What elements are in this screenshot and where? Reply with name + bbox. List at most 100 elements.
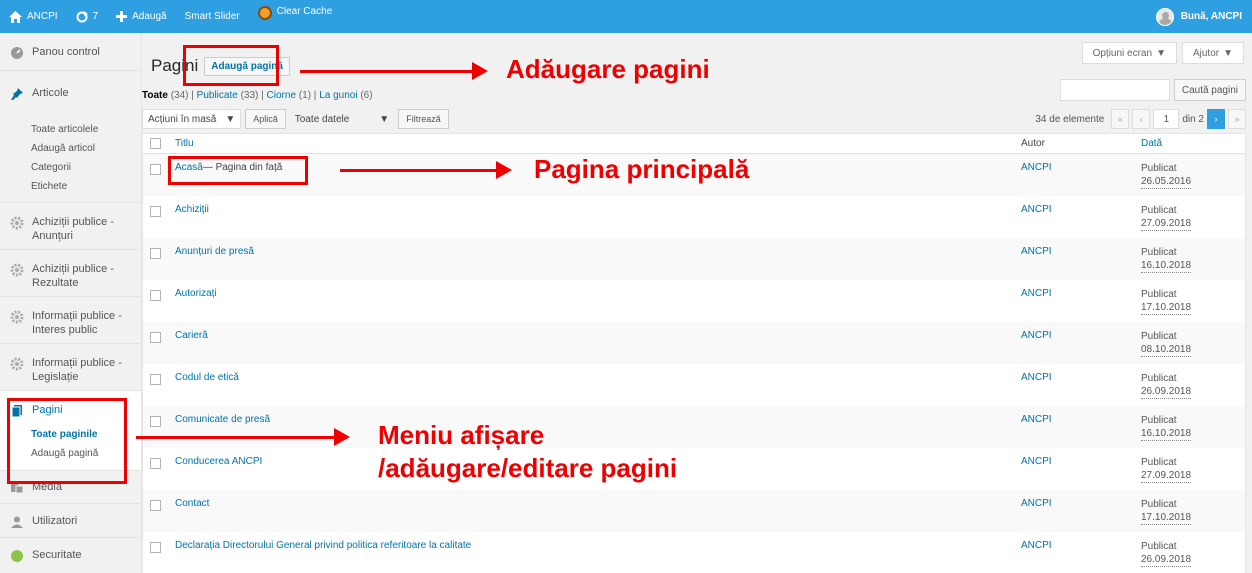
menu-security[interactable]: Securitate <box>0 538 141 568</box>
table-row: Carieră ANCPI Publicat 08.10.2018 <box>143 322 1245 364</box>
row-author-link[interactable]: ANCPI <box>1021 162 1121 173</box>
row-title-link[interactable]: Comunicate de presă <box>175 414 270 425</box>
menu-label: Articole <box>32 87 69 99</box>
help-label: Ajutor <box>1192 47 1220 59</box>
menu-dashboard[interactable]: Panou control <box>0 33 141 71</box>
site-name-link[interactable]: ANCPI <box>0 0 67 33</box>
filter-trash[interactable]: La gunoi <box>319 90 357 101</box>
menu-users[interactable]: Utilizatori <box>0 504 141 538</box>
clear-cache-label: Clear Cache <box>276 6 333 17</box>
menu-label: Achiziții publice - Anunțuri <box>32 216 114 242</box>
screen-options-label: Opțiuni ecran <box>1092 47 1153 59</box>
add-page-button[interactable]: Adaugă pagină <box>204 56 290 76</box>
menu-pages[interactable]: Pagini <box>0 391 141 421</box>
row-title-link[interactable]: Autorizați <box>175 288 217 299</box>
row-checkbox[interactable] <box>150 500 161 511</box>
gear-icon <box>10 310 24 324</box>
row-date-status: Publicat <box>1141 373 1177 384</box>
row-checkbox[interactable] <box>150 374 161 385</box>
menu-media[interactable]: Media <box>0 471 141 504</box>
submenu-tags[interactable]: Etichete <box>31 177 141 196</box>
row-date-value: 26.09.2018 <box>1141 554 1192 567</box>
row-date-value: 26.09.2018 <box>1141 386 1192 399</box>
row-author-link[interactable]: ANCPI <box>1021 456 1121 467</box>
menu-label: Utilizatori <box>32 515 78 527</box>
submenu-all-posts[interactable]: Toate articolele <box>31 120 141 139</box>
row-author-link[interactable]: ANCPI <box>1021 540 1121 551</box>
search-input[interactable] <box>1059 79 1170 101</box>
filter-button[interactable]: Filtrează <box>398 109 449 129</box>
table-row: Conducerea ANCPI ANCPI Publicat 27.09.2018 <box>143 448 1245 490</box>
row-title-link[interactable]: Codul de etică <box>175 372 239 383</box>
row-author-link[interactable]: ANCPI <box>1021 498 1121 509</box>
user-menu[interactable]: Bună, ANCPI <box>1155 7 1252 26</box>
help-button[interactable]: Ajutor ▼ <box>1181 42 1244 64</box>
row-checkbox[interactable] <box>150 248 161 259</box>
menu-achizitii-anunturi[interactable]: Achiziții publice - Anunțuri <box>0 203 141 250</box>
first-page-button[interactable]: « <box>1111 109 1130 129</box>
menu-label: Informații publice - Interes public <box>32 310 122 336</box>
filter-drafts[interactable]: Ciorne <box>267 90 296 101</box>
date-filter-select[interactable]: Toate datele ▼ <box>290 109 394 129</box>
row-title-link[interactable]: Anunțuri de presă <box>175 246 254 257</box>
menu-posts[interactable]: Articole <box>0 71 141 112</box>
row-title-link[interactable]: Declarația Directorului General privind … <box>175 540 471 551</box>
row-checkbox[interactable] <box>150 290 161 301</box>
menu-informatii-legislatie[interactable]: Informații publice - Legislație <box>0 344 141 391</box>
clear-cache-link[interactable]: Clear Cache <box>249 0 342 33</box>
row-title-cell: Autorizați <box>161 288 1021 299</box>
last-page-button[interactable]: » <box>1228 109 1246 129</box>
apply-button[interactable]: Aplică <box>245 109 286 129</box>
table-row: Declarația Directorului General privind … <box>143 532 1245 573</box>
row-date-status: Publicat <box>1141 205 1177 216</box>
row-author-link[interactable]: ANCPI <box>1021 372 1121 383</box>
next-page-button[interactable]: › <box>1207 109 1225 129</box>
row-checkbox[interactable] <box>150 332 161 343</box>
submenu-add-post[interactable]: Adaugă articol <box>31 139 141 158</box>
column-title[interactable]: Titlu <box>161 138 1021 149</box>
bulk-actions-label: Acțiuni în masă <box>148 113 217 125</box>
search-button[interactable]: Caută pagini <box>1173 79 1246 101</box>
row-title-link[interactable]: Contact <box>175 498 209 509</box>
row-date-cell: Publicat 27.09.2018 <box>1121 456 1241 483</box>
row-checkbox[interactable] <box>150 164 161 175</box>
add-new-link[interactable]: Adaugă <box>107 0 175 33</box>
screen-options-button[interactable]: Opțiuni ecran ▼ <box>1081 42 1177 64</box>
row-title-link[interactable]: Conducerea ANCPI <box>175 456 262 467</box>
submenu-add-page[interactable]: Adaugă pagină <box>31 444 141 463</box>
select-all-checkbox[interactable] <box>150 138 161 149</box>
row-author-link[interactable]: ANCPI <box>1021 288 1121 299</box>
row-title-link[interactable]: Acasă <box>175 162 203 173</box>
user-icon <box>11 516 23 528</box>
table-row: Autorizați ANCPI Publicat 17.10.2018 <box>143 280 1245 322</box>
submenu-categories[interactable]: Categorii <box>31 158 141 177</box>
smart-slider-link[interactable]: Smart Slider <box>176 0 249 33</box>
row-checkbox[interactable] <box>150 416 161 427</box>
row-title-link[interactable]: Achiziții <box>175 204 209 215</box>
updates-link[interactable]: 7 <box>67 0 108 33</box>
row-checkbox[interactable] <box>150 458 161 469</box>
row-author-link[interactable]: ANCPI <box>1021 204 1121 215</box>
row-checkbox[interactable] <box>150 542 161 553</box>
row-checkbox[interactable] <box>150 206 161 217</box>
column-date[interactable]: Dată <box>1121 138 1241 149</box>
filter-published[interactable]: Publicate <box>197 90 238 101</box>
menu-informatii-interes[interactable]: Informații publice - Interes public <box>0 297 141 344</box>
row-author-link[interactable]: ANCPI <box>1021 414 1121 425</box>
filter-all-count: (34) <box>170 90 189 101</box>
row-date-value: 16.10.2018 <box>1141 260 1192 273</box>
menu-achizitii-rezultate[interactable]: Achiziții publice - Rezultate <box>0 250 141 297</box>
row-date-cell: Publicat 17.10.2018 <box>1121 288 1241 315</box>
row-title-cell: Carieră <box>161 330 1021 341</box>
row-title-link[interactable]: Carieră <box>175 330 208 341</box>
current-page-input[interactable]: 1 <box>1153 109 1180 129</box>
row-author-link[interactable]: ANCPI <box>1021 330 1121 341</box>
row-author-link[interactable]: ANCPI <box>1021 246 1121 257</box>
menu-label: Pagini <box>32 404 63 416</box>
row-date-cell: Publicat 16.10.2018 <box>1121 414 1241 441</box>
bulk-actions-select[interactable]: Acțiuni în masă ▼ <box>142 109 242 129</box>
row-title-cell: Anunțuri de presă <box>161 246 1021 257</box>
prev-page-button[interactable]: ‹ <box>1132 109 1151 129</box>
submenu-all-pages[interactable]: Toate paginile <box>31 425 141 444</box>
filter-all[interactable]: Toate <box>142 90 168 101</box>
